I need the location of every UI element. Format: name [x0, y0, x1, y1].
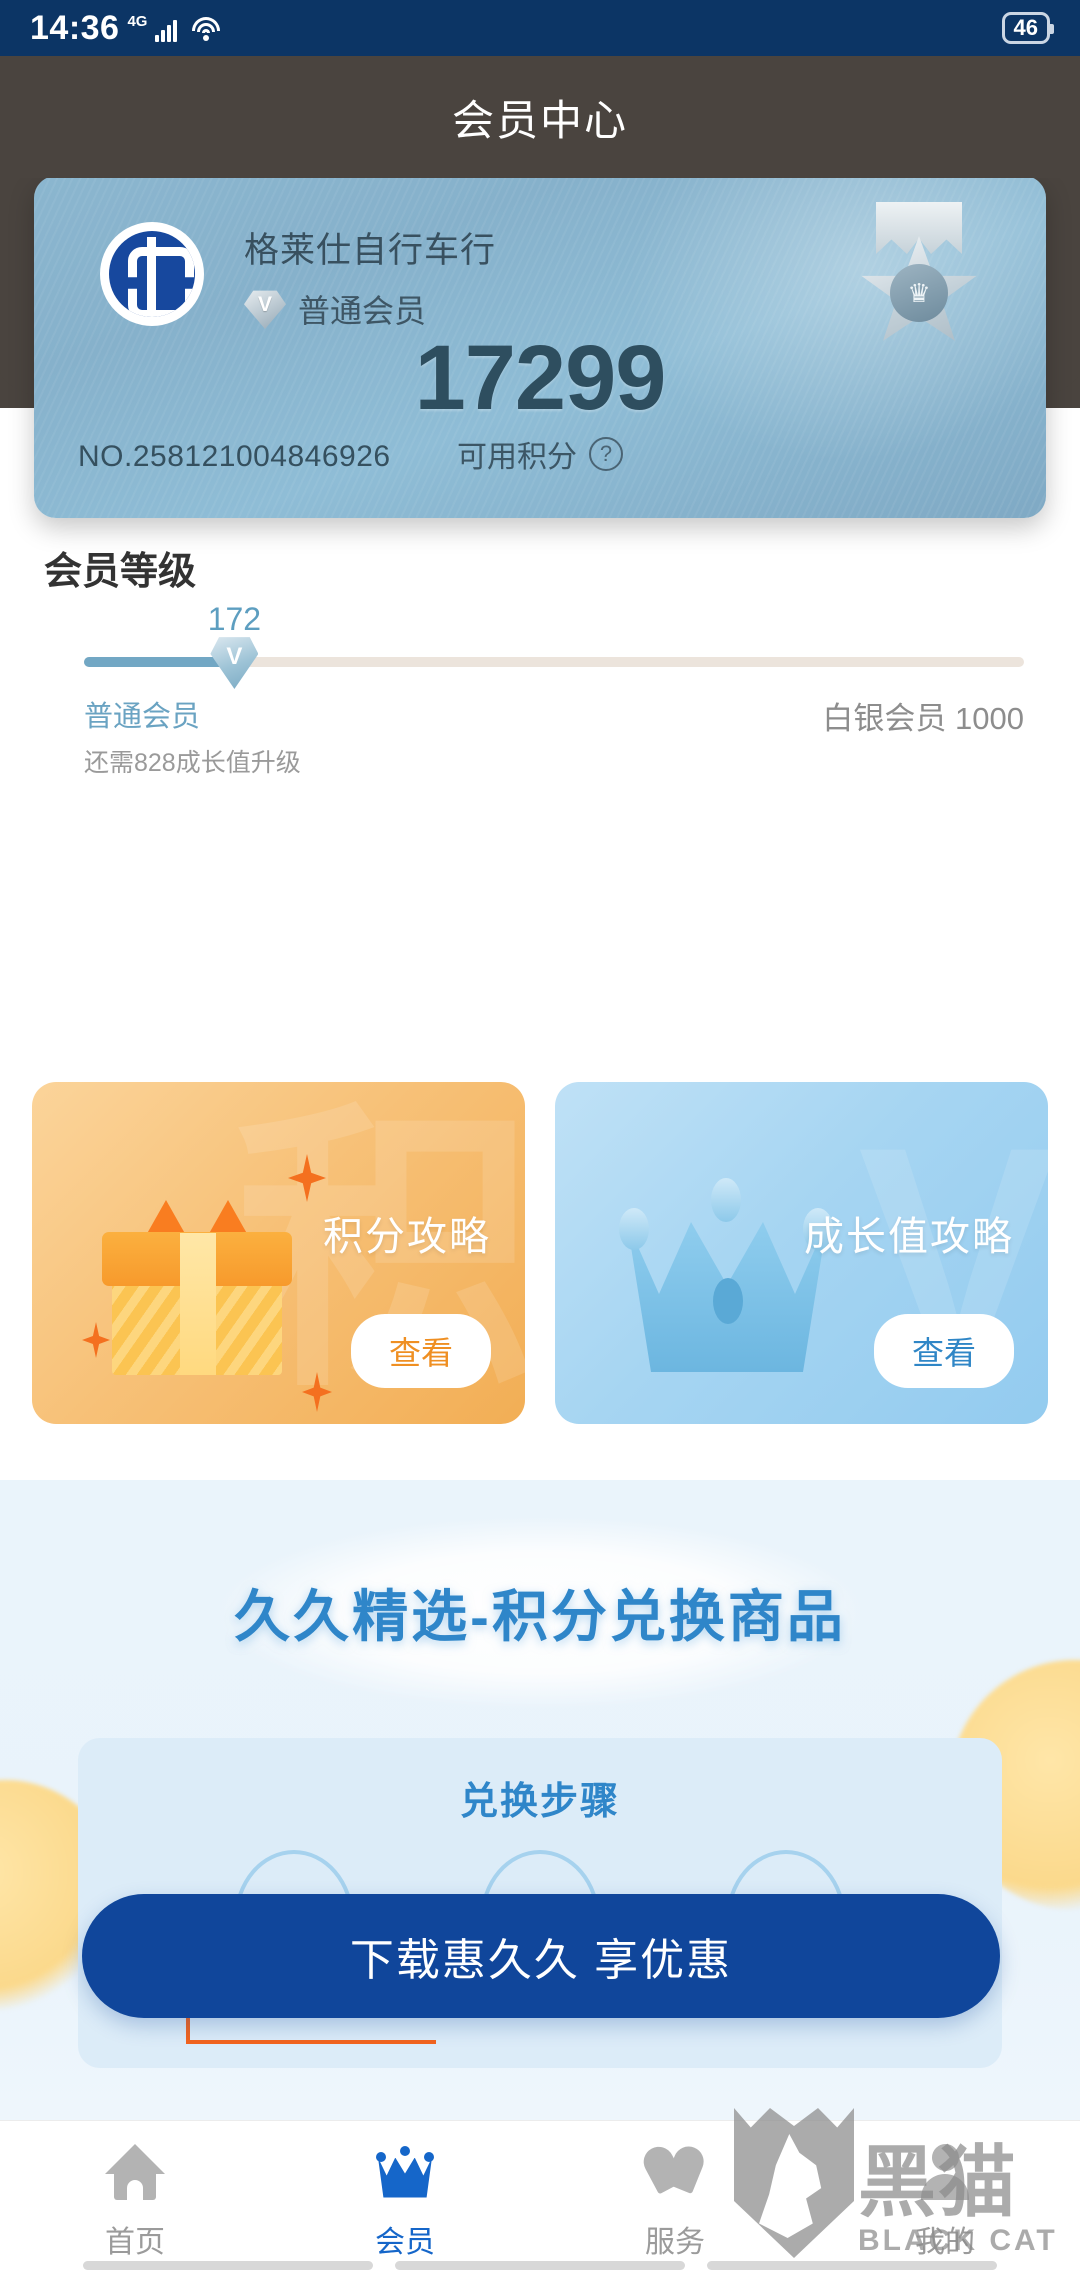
crown-icon	[374, 2141, 436, 2203]
watermark-cn-text: 黑猫	[858, 2138, 1019, 2226]
home-icon	[105, 2141, 165, 2203]
gesture-indicator	[0, 2261, 1080, 2270]
network-type-label: 4G	[127, 13, 148, 30]
sparkle-icon	[288, 1154, 326, 1202]
level-labels: 普通会员 还需828成长值升级 白银会员 1000	[84, 693, 1024, 779]
level-progress-area: 172 V 普通会员 还需828成长值升级 白银会员 1000	[84, 601, 1024, 779]
exchange-steps-title: 兑换步骤	[459, 1781, 620, 1823]
member-card-wrapper: 格莱仕自行车行 V 普通会员 17299 可用积分 ? NO.258121004…	[34, 176, 1046, 518]
level-upgrade-hint: 还需828成长值升级	[84, 749, 301, 777]
heart-icon	[638, 2141, 709, 2203]
sparkle-icon	[302, 1372, 332, 1412]
tier-gem-icon: V	[244, 289, 286, 329]
exchange-promo-section: 久久精选-积分兑换商品 兑换步骤 ▯ ☝ ◉	[0, 1480, 1080, 2120]
page-title: 会员中心	[0, 56, 1080, 178]
wifi-icon	[191, 17, 221, 43]
tab-member[interactable]: 会员	[270, 2121, 540, 2280]
black-cat-shield-icon: 黑猫 BLACK CAT	[734, 2082, 1064, 2258]
tab-label: 会员	[375, 2225, 435, 2259]
gift-box-icon	[102, 1200, 292, 1375]
promo-view-button[interactable]: 查看	[873, 1314, 1014, 1388]
level-progress-knob[interactable]: V	[210, 635, 259, 689]
decorative-corner-line	[186, 2006, 436, 2044]
promo-view-button[interactable]: 查看	[350, 1314, 491, 1388]
watermark-en-text: BLACK CAT	[858, 2224, 1058, 2257]
member-level-section: 会员等级 172 V 普通会员 还需828成长值升级 白银会员 1000	[0, 540, 1080, 779]
level-current-tier: 普通会员	[84, 701, 201, 733]
promo-cards: 积 积分攻略 查看 V 成长值攻略 查看	[0, 1082, 1080, 1424]
card-number: NO.258121004846926	[78, 440, 391, 473]
status-time: 14:36	[30, 9, 120, 47]
promo-card-growth-guide[interactable]: V 成长值攻略 查看	[555, 1082, 1048, 1424]
promo-card-points-guide[interactable]: 积 积分攻略 查看	[32, 1082, 525, 1424]
member-card[interactable]: 格莱仕自行车行 V 普通会员 17299 可用积分 ? NO.258121004…	[34, 176, 1046, 518]
status-bar: 14:36 4G 46	[0, 0, 1080, 56]
level-current-value: 172	[207, 601, 262, 637]
status-bar-left: 14:36 4G	[30, 11, 221, 45]
promo-title: 成长值攻略	[804, 1215, 1014, 1259]
tab-label: 服务	[645, 2225, 705, 2259]
tab-home[interactable]: 首页	[0, 2121, 270, 2280]
level-next-tier: 白银会员 1000	[822, 701, 1024, 736]
battery-indicator: 46	[1001, 12, 1055, 44]
bank-logo-icon	[100, 222, 204, 326]
promo-title: 积分攻略	[323, 1215, 491, 1259]
points-label: 可用积分	[457, 441, 577, 474]
shop-name: 格莱仕自行车行	[244, 231, 497, 270]
signal-bars-icon	[155, 18, 178, 42]
tab-label: 首页	[105, 2225, 165, 2259]
level-current-labels: 普通会员 还需828成长值升级	[84, 693, 301, 779]
medal-icon: ♛	[854, 202, 984, 352]
exchange-banner-title: 久久精选-积分兑换商品	[234, 1585, 846, 1648]
download-cta-button[interactable]: 下载惠久久 享优惠	[82, 1894, 1000, 2018]
level-section-title: 会员等级	[44, 551, 197, 593]
question-mark-icon[interactable]: ?	[589, 437, 623, 471]
